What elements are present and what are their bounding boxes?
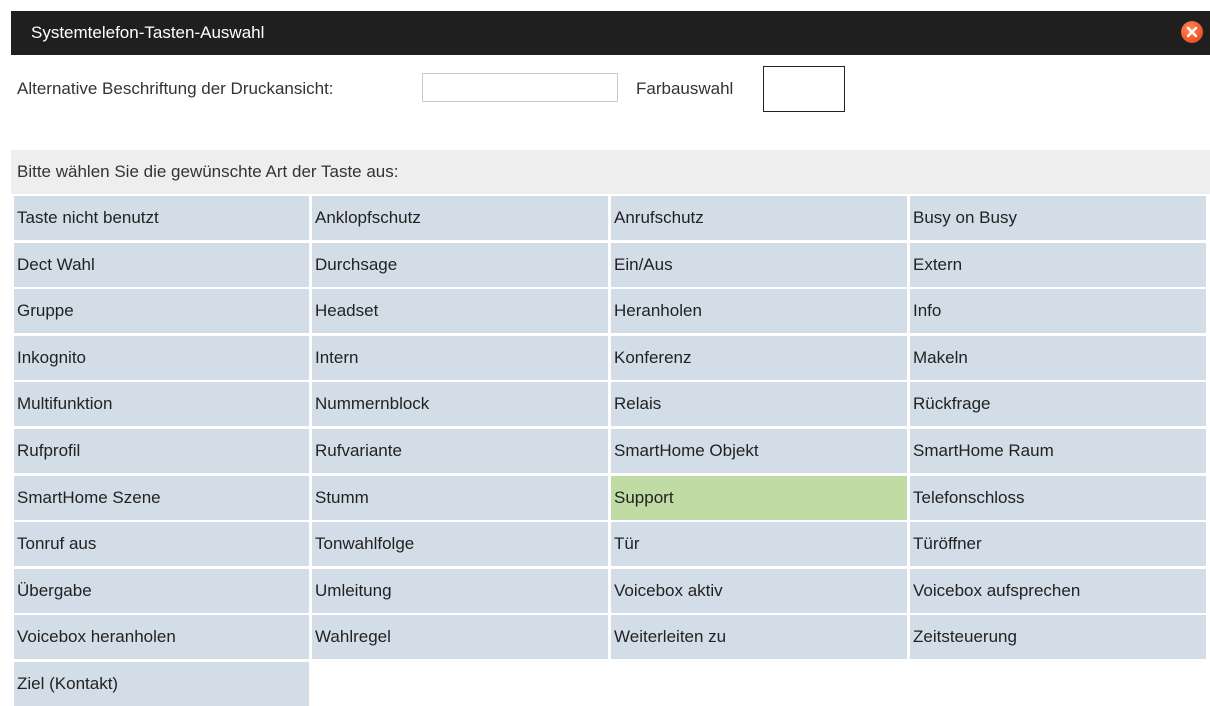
key-option-anklopfschutz[interactable]: Anklopfschutz [312,196,608,240]
dialog-title: Systemtelefon-Tasten-Auswahl [31,23,265,42]
key-option-zeitsteuerung[interactable]: Zeitsteuerung [910,615,1206,660]
key-option-multifunktion[interactable]: Multifunktion [14,382,309,427]
key-option-smarthome-objekt[interactable]: SmartHome Objekt [611,428,907,473]
print-label: Alternative Beschriftung der Druckansich… [17,79,334,98]
key-option-inkognito[interactable]: Inkognito [14,335,309,380]
key-option-tuer[interactable]: Tür [611,522,907,567]
key-option-busy-on-busy[interactable]: Busy on Busy [910,196,1206,240]
key-option-uebergabe[interactable]: Übergabe [14,568,309,613]
close-button[interactable] [1181,21,1203,43]
key-option-voicebox-aufsprechen[interactable]: Voicebox aufsprechen [910,568,1206,613]
key-selection-dialog: Systemtelefon-Tasten-Auswahl Alternative… [11,11,1210,706]
key-option-ziel-kontakt[interactable]: Ziel (Kontakt) [14,661,309,706]
key-option-durchsage[interactable]: Durchsage [312,242,608,287]
key-option-anrufschutz[interactable]: Anrufschutz [611,196,907,240]
key-option-support[interactable]: Support [611,475,907,520]
key-option-smarthome-raum[interactable]: SmartHome Raum [910,428,1206,473]
key-option-gruppe[interactable]: Gruppe [14,289,309,334]
print-label-input[interactable] [422,73,618,102]
key-option-intern[interactable]: Intern [312,335,608,380]
key-option-headset[interactable]: Headset [312,289,608,334]
key-option-dect-wahl[interactable]: Dect Wahl [14,242,309,287]
key-option-makeln[interactable]: Makeln [910,335,1206,380]
key-option-wahlregel[interactable]: Wahlregel [312,615,608,660]
key-type-grid: Taste nicht benutzt Anklopfschutz Anrufsch… [14,196,1210,706]
key-option-telefonschloss[interactable]: Telefonschloss [910,475,1206,520]
key-option-voicebox-heranholen[interactable]: Voicebox heranholen [14,615,309,660]
key-option-ein-aus[interactable]: Ein/Aus [611,242,907,287]
color-label: Farbauswahl [636,79,734,98]
key-option-relais[interactable]: Relais [611,382,907,427]
key-option-konferenz[interactable]: Konferenz [611,335,907,380]
key-option-tonruf-aus[interactable]: Tonruf aus [14,522,309,567]
color-picker-box[interactable] [763,66,845,112]
key-option-rufprofil[interactable]: Rufprofil [14,428,309,473]
dialog-titlebar: Systemtelefon-Tasten-Auswahl [11,11,1210,55]
key-option-tonwahlfolge[interactable]: Tonwahlfolge [312,522,608,567]
key-option-heranholen[interactable]: Heranholen [611,289,907,334]
key-option-voicebox-aktiv[interactable]: Voicebox aktiv [611,568,907,613]
key-option-info[interactable]: Info [910,289,1206,334]
instruction-text: Bitte wählen Sie die gewünschte Art der … [11,150,1210,194]
key-option-umleitung[interactable]: Umleitung [312,568,608,613]
options-row: Alternative Beschriftung der Druckansich… [11,66,1210,114]
key-option-weiterleiten-zu[interactable]: Weiterleiten zu [611,615,907,660]
key-option-extern[interactable]: Extern [910,242,1206,287]
key-option-rueckfrage[interactable]: Rückfrage [910,382,1206,427]
key-option-tueroeffner[interactable]: Türöffner [910,522,1206,567]
key-option-nummernblock[interactable]: Nummernblock [312,382,608,427]
key-option-smarthome-szene[interactable]: SmartHome Szene [14,475,309,520]
close-icon [1186,26,1198,38]
key-option-taste-nicht-benutzt[interactable]: Taste nicht benutzt [14,196,309,240]
key-option-stumm[interactable]: Stumm [312,475,608,520]
key-option-rufvariante[interactable]: Rufvariante [312,428,608,473]
